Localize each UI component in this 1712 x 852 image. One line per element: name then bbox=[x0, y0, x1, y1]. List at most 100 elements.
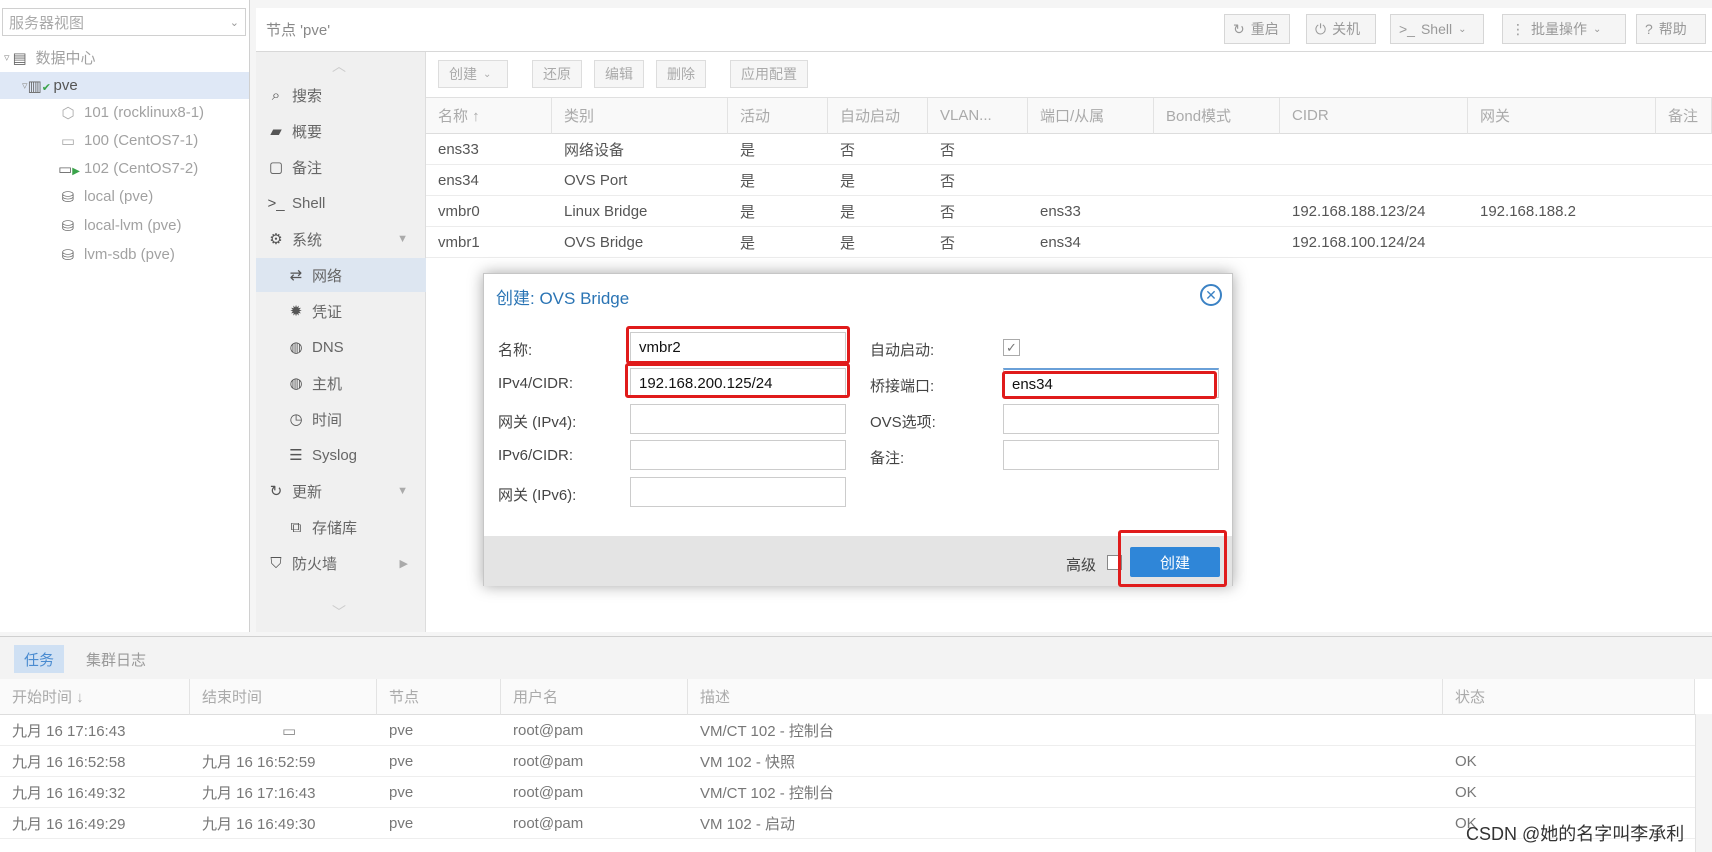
tab-cluster-log[interactable]: 集群日志 bbox=[76, 645, 156, 673]
shutdown-button[interactable]: ⏻ 关机 bbox=[1306, 14, 1376, 44]
tree-item-ct-101[interactable]: ⬡ 101 (rocklinux8-1) bbox=[0, 99, 249, 126]
nav-item-firewall[interactable]: ⛉ 防火墙 ▶ bbox=[256, 546, 426, 580]
view-select-label: 服务器视图 bbox=[9, 14, 85, 32]
cell-vlan: 否 bbox=[940, 173, 956, 190]
table-row[interactable]: 九月 16 16:49:29 九月 16 16:49:30 pve root@p… bbox=[0, 808, 1695, 839]
column-header[interactable]: 活动 bbox=[728, 98, 828, 134]
highlight-box bbox=[626, 326, 850, 364]
network-toolbar: 创建 ⌄ 还原 编辑 删除 应用配置 bbox=[426, 52, 1712, 98]
column-header[interactable]: 描述 bbox=[688, 679, 1443, 715]
revert-button[interactable]: 还原 bbox=[532, 60, 582, 88]
column-header[interactable]: CIDR bbox=[1280, 98, 1468, 134]
scroll-down-icon[interactable]: ﹀ bbox=[332, 602, 346, 622]
task-log-panel: 任务 集群日志 开始时间 ↓ 结束时间 节点 用户名 描述 状态 九月 16 1… bbox=[0, 636, 1712, 852]
container-icon: ⬡ bbox=[61, 104, 75, 122]
shell-button[interactable]: >_ Shell ⌄ bbox=[1390, 14, 1484, 44]
vm-icon: ▭ bbox=[60, 132, 76, 150]
ipv6-label: IPv6/CIDR: bbox=[498, 447, 574, 464]
gears-icon: ⚙ bbox=[269, 231, 283, 248]
column-header[interactable]: 端口/从属 bbox=[1028, 98, 1154, 134]
view-select[interactable]: 服务器视图 ⌄ bbox=[2, 8, 246, 36]
table-row[interactable]: 九月 16 17:16:43 ▭ pve root@pam VM/CT 102 … bbox=[0, 715, 1695, 746]
log-tabs: 任务 集群日志 bbox=[0, 637, 1712, 679]
table-row[interactable]: ens34 OVS Port 是 是 否 bbox=[426, 165, 1712, 196]
tree-item-datacenter[interactable]: ▿ ▤ 数据中心 bbox=[0, 44, 249, 71]
column-header[interactable]: 备注 bbox=[1656, 98, 1712, 134]
gateway-ipv4-input[interactable] bbox=[630, 404, 846, 434]
close-icon[interactable]: ✕ bbox=[1200, 284, 1222, 306]
nav-item-search[interactable]: ⌕ 搜索 bbox=[256, 78, 426, 112]
cell-end-time: 九月 16 17:16:43 bbox=[202, 785, 316, 802]
bulk-actions-button[interactable]: ⋮ 批量操作 ⌄ bbox=[1502, 14, 1626, 44]
cell-autostart: 是 bbox=[840, 204, 856, 221]
table-row[interactable]: 九月 16 16:49:32 九月 16 17:16:43 pve root@p… bbox=[0, 777, 1695, 808]
cell-description: VM/CT 102 - 控制台 bbox=[700, 723, 834, 740]
nav-label: 概要 bbox=[292, 123, 323, 141]
nav-label: DNS bbox=[312, 338, 344, 356]
tree-item-storage-local[interactable]: ⛁ local (pve) bbox=[0, 183, 249, 210]
nav-item-updates[interactable]: ↻ 更新 ▼ bbox=[256, 474, 426, 508]
tree-item-vm-100[interactable]: ▭ 100 (CentOS7-1) bbox=[0, 127, 249, 154]
cell-start-time: 九月 16 16:49:29 bbox=[12, 816, 126, 833]
globe-icon: ◍ bbox=[289, 339, 303, 356]
nav-label: Syslog bbox=[312, 446, 358, 464]
nav-item-shell[interactable]: >_ Shell bbox=[256, 186, 426, 220]
cell-end-time: 九月 16 16:49:30 bbox=[202, 816, 316, 833]
storage-icon: ⛁ bbox=[61, 217, 75, 235]
tree-item-storage-local-lvm[interactable]: ⛁ local-lvm (pve) bbox=[0, 212, 249, 239]
create-label: 创建 bbox=[449, 66, 477, 82]
ipv6-cidr-input[interactable] bbox=[630, 440, 846, 470]
highlight-box bbox=[1118, 530, 1227, 587]
table-row[interactable]: vmbr0 Linux Bridge 是 是 否 ens33 192.168.1… bbox=[426, 196, 1712, 227]
column-header[interactable]: 开始时间 ↓ bbox=[0, 679, 190, 715]
nav-item-summary[interactable]: ▰ 概要 bbox=[256, 114, 426, 148]
scroll-up-icon[interactable]: ︿ bbox=[332, 56, 346, 76]
nav-item-hosts[interactable]: ◍ 主机 bbox=[256, 366, 426, 400]
apply-config-button[interactable]: 应用配置 bbox=[730, 60, 808, 88]
nav-item-certificates[interactable]: ✹ 凭证 bbox=[256, 294, 426, 328]
column-header[interactable]: Bond模式 bbox=[1154, 98, 1280, 134]
column-header[interactable]: 状态 bbox=[1443, 679, 1695, 715]
column-header[interactable]: 用户名 bbox=[501, 679, 688, 715]
table-row[interactable]: ens33 网络设备 是 否 否 bbox=[426, 134, 1712, 165]
gateway-ipv6-input[interactable] bbox=[630, 477, 846, 507]
tree-item-storage-lvm-sdb[interactable]: ⛁ lvm-sdb (pve) bbox=[0, 241, 249, 268]
nav-item-notes[interactable]: ▢ 备注 bbox=[256, 150, 426, 184]
column-header[interactable]: 类别 bbox=[552, 98, 728, 134]
nav-item-repositories[interactable]: ⧉ 存储库 bbox=[256, 510, 426, 544]
log-scrollbar[interactable] bbox=[1695, 714, 1712, 852]
autostart-checkbox[interactable]: ✓ bbox=[1003, 339, 1020, 356]
nav-item-time[interactable]: ◷ 时间 bbox=[256, 402, 426, 436]
help-button[interactable]: ? 帮助 bbox=[1636, 14, 1706, 44]
create-menu-button[interactable]: 创建 ⌄ bbox=[438, 60, 508, 88]
column-header[interactable]: 节点 bbox=[377, 679, 501, 715]
reboot-button[interactable]: ↻ 重启 bbox=[1224, 14, 1290, 44]
comment-input[interactable] bbox=[1003, 440, 1219, 470]
tree-item-node-pve[interactable]: ▿ ▥✔ pve bbox=[0, 72, 249, 99]
column-header[interactable]: VLAN... bbox=[928, 98, 1028, 134]
table-row[interactable]: vmbr1 OVS Bridge 是 是 否 ens34 192.168.100… bbox=[426, 227, 1712, 258]
cell-node: pve bbox=[389, 753, 414, 770]
column-header[interactable]: 网关 bbox=[1468, 98, 1656, 134]
tree-item-label: 100 (CentOS7-1) bbox=[84, 132, 199, 149]
tree-item-vm-102[interactable]: ▭▶ 102 (CentOS7-2) bbox=[0, 155, 249, 182]
tree-item-label: 数据中心 bbox=[35, 50, 96, 67]
remove-button[interactable]: 删除 bbox=[656, 60, 706, 88]
column-header[interactable]: 名称 ↑ bbox=[426, 98, 552, 134]
table-row[interactable]: 九月 16 16:52:58 九月 16 16:52:59 pve root@p… bbox=[0, 746, 1695, 777]
cell-active: 是 bbox=[740, 235, 756, 252]
cell-active: 是 bbox=[740, 204, 756, 221]
nav-label: 存储库 bbox=[312, 519, 358, 537]
ovs-options-input[interactable] bbox=[1003, 404, 1219, 434]
edit-button[interactable]: 编辑 bbox=[594, 60, 644, 88]
tab-tasks[interactable]: 任务 bbox=[14, 645, 65, 673]
nav-item-network[interactable]: ⇄ 网络 bbox=[256, 258, 426, 292]
remove-label: 删除 bbox=[667, 66, 695, 82]
nav-item-system[interactable]: ⚙ 系统 ▼ bbox=[256, 222, 426, 256]
column-header[interactable]: 自动启动 bbox=[828, 98, 928, 134]
nav-item-dns[interactable]: ◍ DNS bbox=[256, 330, 426, 364]
terminal-icon: >_ bbox=[1399, 21, 1415, 37]
column-header[interactable]: 结束时间 bbox=[190, 679, 377, 715]
nav-item-syslog[interactable]: ☰ Syslog bbox=[256, 438, 426, 472]
tree-item-label: 102 (CentOS7-2) bbox=[84, 160, 199, 177]
